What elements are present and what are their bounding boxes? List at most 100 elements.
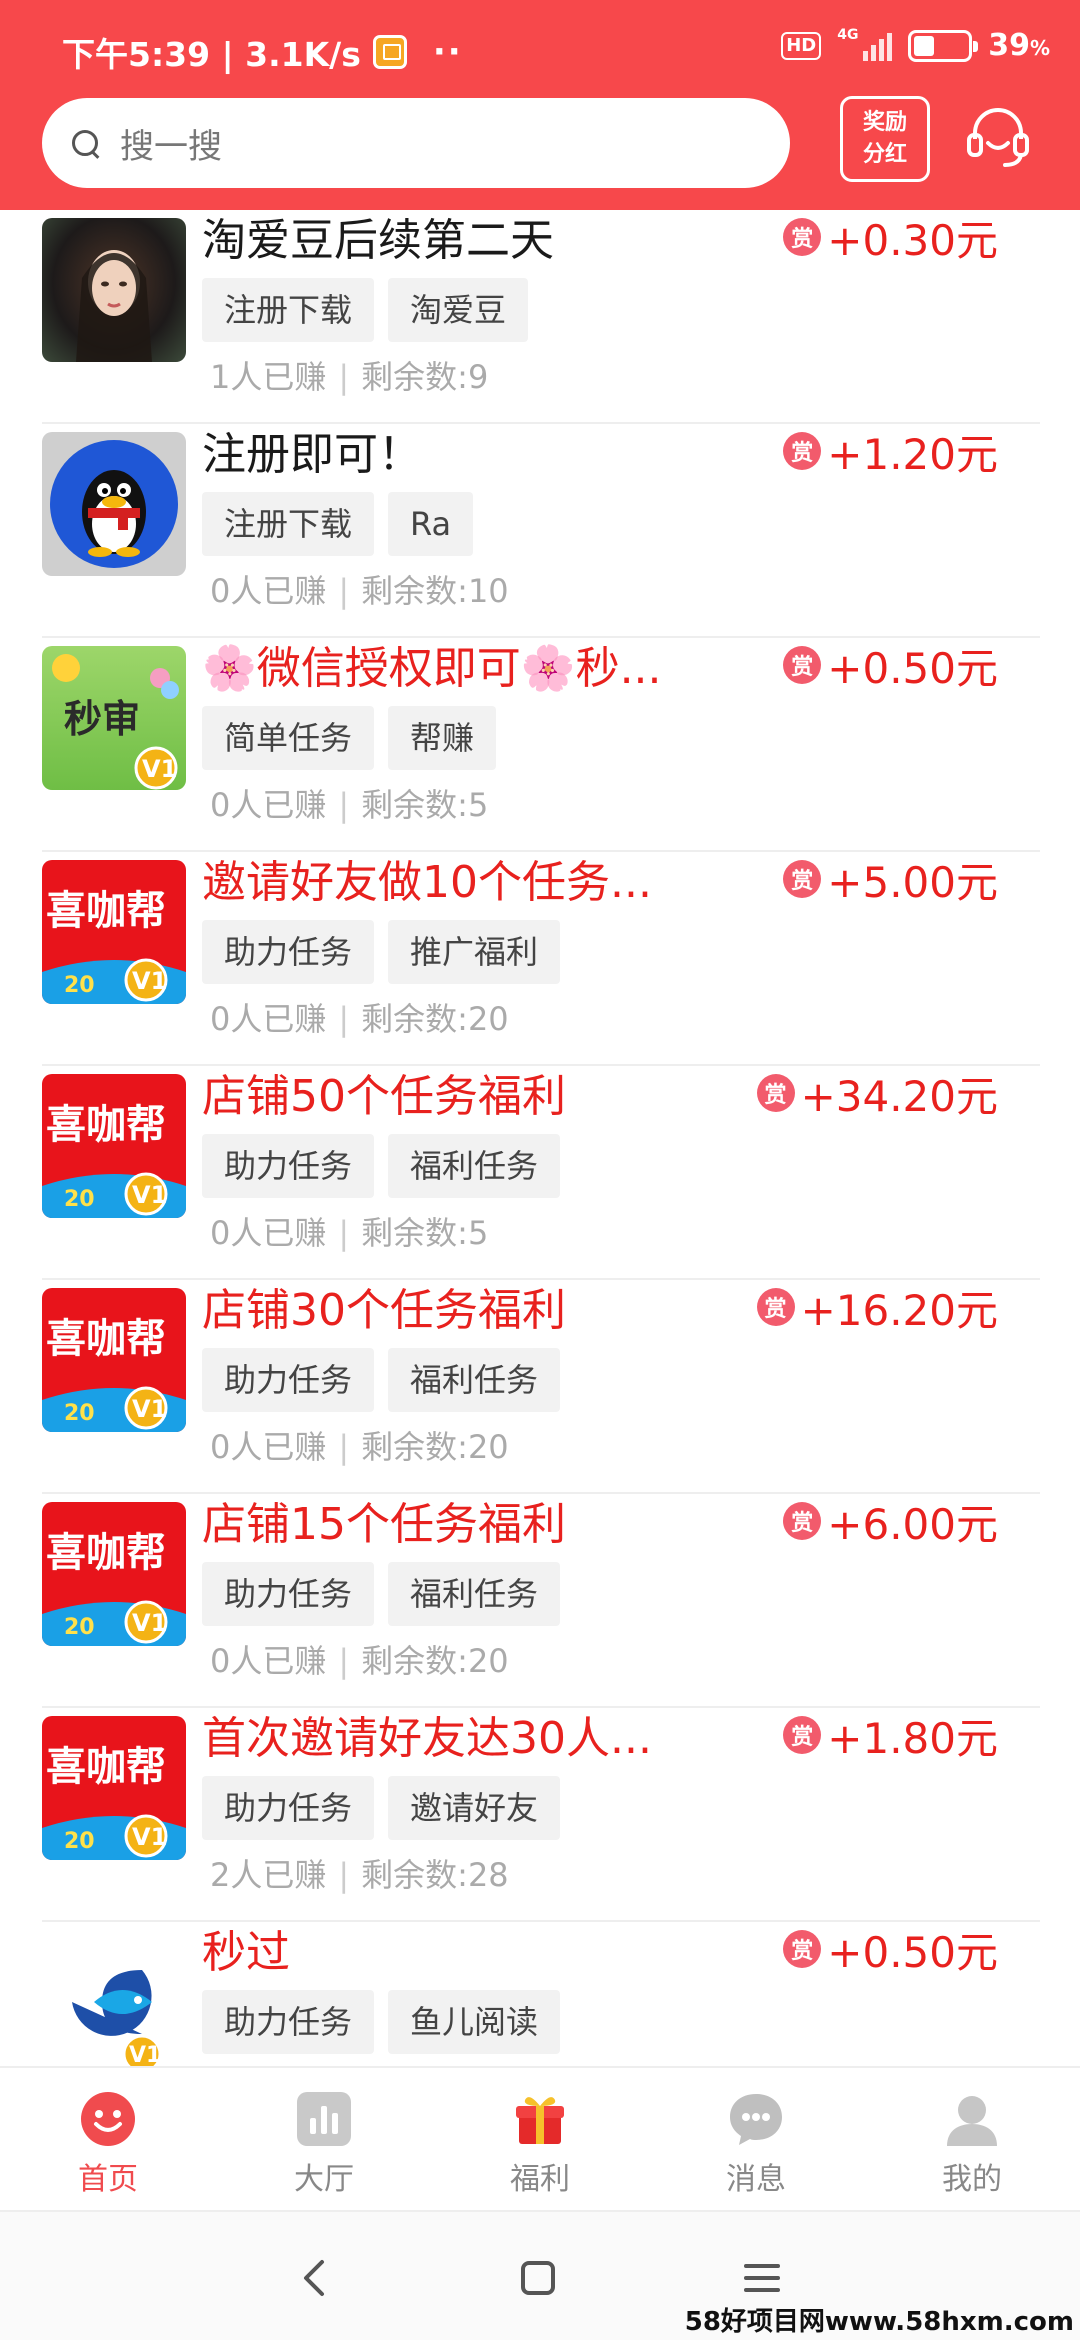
task-tags: 注册下载 Ra xyxy=(202,492,474,556)
tab-home[interactable]: 首页 xyxy=(0,2068,216,2210)
task-reward: 赏 +34.20元 xyxy=(756,1066,998,1128)
task-item[interactable]: 注册即可！ 赏 +1.20元 注册下载 Ra 0人已赚 | 剩余数:10 xyxy=(42,424,1040,638)
svg-text:V1: V1 xyxy=(142,755,177,783)
tab-hall[interactable]: 大厅 xyxy=(216,2068,432,2210)
task-title: 店铺30个任务福利 xyxy=(202,1285,566,1336)
hd-icon: HD xyxy=(781,31,822,60)
reward-amount: +1.80元 xyxy=(827,1714,998,1763)
reward-amount: +0.50元 xyxy=(827,1928,998,1977)
smile-icon xyxy=(81,2092,135,2146)
task-meta: 0人已赚 | 剩余数:10 xyxy=(210,572,509,610)
status-bar: 下午5:39 | 3.1K/s ·· HD 4G 39% xyxy=(0,0,1080,95)
tab-welfare[interactable]: 福利 xyxy=(432,2068,648,2210)
svg-text:20: 20 xyxy=(64,1401,95,1426)
watermark: 58好项目网www.58hxm.com xyxy=(684,2307,1074,2337)
task-title: 淘爱豆后续第二天 xyxy=(202,215,554,266)
task-item[interactable]: 喜咖帮 20 V1 店铺15个任务福利 赏 +6.00元 助力任务 福利任务 0… xyxy=(42,1494,1040,1708)
battery-icon xyxy=(908,29,979,62)
svg-text:V1: V1 xyxy=(129,2043,161,2066)
svg-text:喜咖帮: 喜咖帮 xyxy=(46,1744,166,1790)
task-item[interactable]: 喜咖帮 20 V1 店铺50个任务福利 赏 +34.20元 助力任务 福利任务 … xyxy=(42,1066,1040,1280)
task-meta: 0人已赚 | 剩余数:20 xyxy=(210,1642,509,1680)
task-reward: 赏 +1.80元 xyxy=(783,1708,998,1770)
tab-mine[interactable]: 我的 xyxy=(864,2068,1080,2210)
customer-service-icon[interactable] xyxy=(963,103,1033,173)
svg-text:喜咖帮: 喜咖帮 xyxy=(46,1102,166,1148)
search-icon xyxy=(70,128,100,158)
task-thumbnail-xikabang: 喜咖帮 20 V1 xyxy=(42,1502,186,1646)
task-tag: 福利任务 xyxy=(388,1562,561,1626)
task-tag: 简单任务 xyxy=(202,706,375,770)
task-meta: 1人已赚 | 剩余数:9 xyxy=(210,358,489,396)
task-item[interactable]: 喜咖帮 20 V1 店铺30个任务福利 赏 +16.20元 助力任务 福利任务 … xyxy=(42,1280,1040,1494)
tab-messages[interactable]: 消息 xyxy=(648,2068,864,2210)
task-reward: 赏 +6.00元 xyxy=(783,1494,998,1556)
task-tags: 助力任务 鱼儿阅读 xyxy=(202,1990,561,2054)
task-list[interactable]: 淘爱豆后续第二天 赏 +0.30元 注册下载 淘爱豆 1人已赚|剩余数:9 xyxy=(0,210,1080,2066)
back-icon[interactable] xyxy=(288,2250,344,2306)
menu-icon[interactable] xyxy=(734,2250,790,2306)
reward-badge-icon: 赏 xyxy=(783,646,822,684)
task-reward: 赏 +16.20元 xyxy=(756,1280,998,1342)
reward-badge-icon: 赏 xyxy=(783,1716,822,1754)
task-tag: 福利任务 xyxy=(388,1348,561,1412)
task-thumbnail-penguin xyxy=(42,432,186,576)
svg-text:喜咖帮: 喜咖帮 xyxy=(46,1530,166,1576)
task-tag: Ra xyxy=(388,492,474,556)
battery-level: 39% xyxy=(988,28,1050,63)
task-item[interactable]: 喜咖帮 20 V1 邀请好友做10个任务... 赏 +5.00元 助力任务 推广… xyxy=(42,852,1040,1066)
task-thumbnail-xikabang: 喜咖帮 20 V1 xyxy=(42,860,186,1004)
task-thumbnail-xikabang: 喜咖帮 20 V1 xyxy=(42,1288,186,1432)
status-time: 下午5:39 | 3.1K/s xyxy=(62,35,361,74)
task-reward: 赏 +0.50元 xyxy=(783,1922,998,1984)
task-title: 店铺15个任务福利 xyxy=(202,1499,566,1550)
thumb-text: 秒审 xyxy=(64,697,140,741)
task-meta: 0人已赚 | 剩余数:20 xyxy=(210,1000,509,1038)
task-title: 注册即可！ xyxy=(202,429,422,480)
reward-amount: +0.30元 xyxy=(827,216,998,265)
task-item[interactable]: 秒审 V1 🌸微信授权即可🌸秒... 赏 +0.50元 简单任务 帮赚 0人已赚… xyxy=(42,638,1040,852)
reward-amount: +5.00元 xyxy=(827,858,998,907)
system-navigation-bar: 58好项目网www.58hxm.com xyxy=(0,2210,1080,2340)
svg-text:喜咖帮: 喜咖帮 xyxy=(46,1316,166,1362)
bar-chart-icon xyxy=(297,2092,351,2146)
reward-badge-icon: 赏 xyxy=(783,432,822,470)
task-tags: 助力任务 福利任务 xyxy=(202,1134,561,1198)
task-item[interactable]: V1 秒过 赏 +0.50元 助力任务 鱼儿阅读 xyxy=(42,1922,1040,2066)
task-item[interactable]: 淘爱豆后续第二天 赏 +0.30元 注册下载 淘爱豆 1人已赚 | 剩余数:9 xyxy=(42,210,1040,424)
user-icon xyxy=(947,2096,997,2146)
task-tag: 助力任务 xyxy=(202,920,375,984)
task-title: 🌸微信授权即可🌸秒... xyxy=(202,643,662,694)
reward-badge-icon: 赏 xyxy=(756,1074,795,1112)
task-item[interactable]: 喜咖帮 20 V1 首次邀请好友达30人... 赏 +1.80元 助力任务 邀请… xyxy=(42,1708,1040,1922)
reward-dividend-button[interactable]: 奖励 分红 xyxy=(840,96,930,182)
svg-text:20: 20 xyxy=(64,1829,95,1854)
task-thumbnail-portrait xyxy=(42,218,186,362)
search-input[interactable]: 搜一搜 xyxy=(42,98,790,188)
task-meta: 0人已赚 | 剩余数:5 xyxy=(210,786,489,824)
reward-badge-icon: 赏 xyxy=(783,1502,822,1540)
svg-text:V1: V1 xyxy=(132,1395,167,1423)
reward-badge-icon: 赏 xyxy=(783,1930,822,1968)
reward-badge-icon: 赏 xyxy=(783,218,822,256)
task-tags: 注册下载 淘爱豆 xyxy=(202,278,529,342)
svg-text:20: 20 xyxy=(64,1187,95,1212)
reward-amount: +1.20元 xyxy=(827,430,998,479)
task-thumbnail-miaoshen: 秒审 V1 xyxy=(42,646,186,790)
task-tags: 助力任务 福利任务 xyxy=(202,1348,561,1412)
task-tag: 助力任务 xyxy=(202,1562,375,1626)
task-tag: 注册下载 xyxy=(202,278,375,342)
task-tags: 简单任务 帮赚 xyxy=(202,706,497,770)
more-dots: ·· xyxy=(432,32,463,72)
task-meta: 0人已赚 | 剩余数:20 xyxy=(210,1428,509,1466)
task-tag: 助力任务 xyxy=(202,1776,375,1840)
signal-icon: 4G xyxy=(837,27,893,61)
svg-text:V1: V1 xyxy=(132,1181,167,1209)
task-tags: 助力任务 福利任务 xyxy=(202,1562,561,1626)
svg-text:喜咖帮: 喜咖帮 xyxy=(46,888,166,934)
svg-text:V1: V1 xyxy=(132,967,167,995)
home-square-icon[interactable] xyxy=(510,2250,566,2306)
task-reward: 赏 +0.30元 xyxy=(783,210,998,272)
task-tag: 邀请好友 xyxy=(388,1776,561,1840)
task-reward: 赏 +1.20元 xyxy=(783,424,998,486)
